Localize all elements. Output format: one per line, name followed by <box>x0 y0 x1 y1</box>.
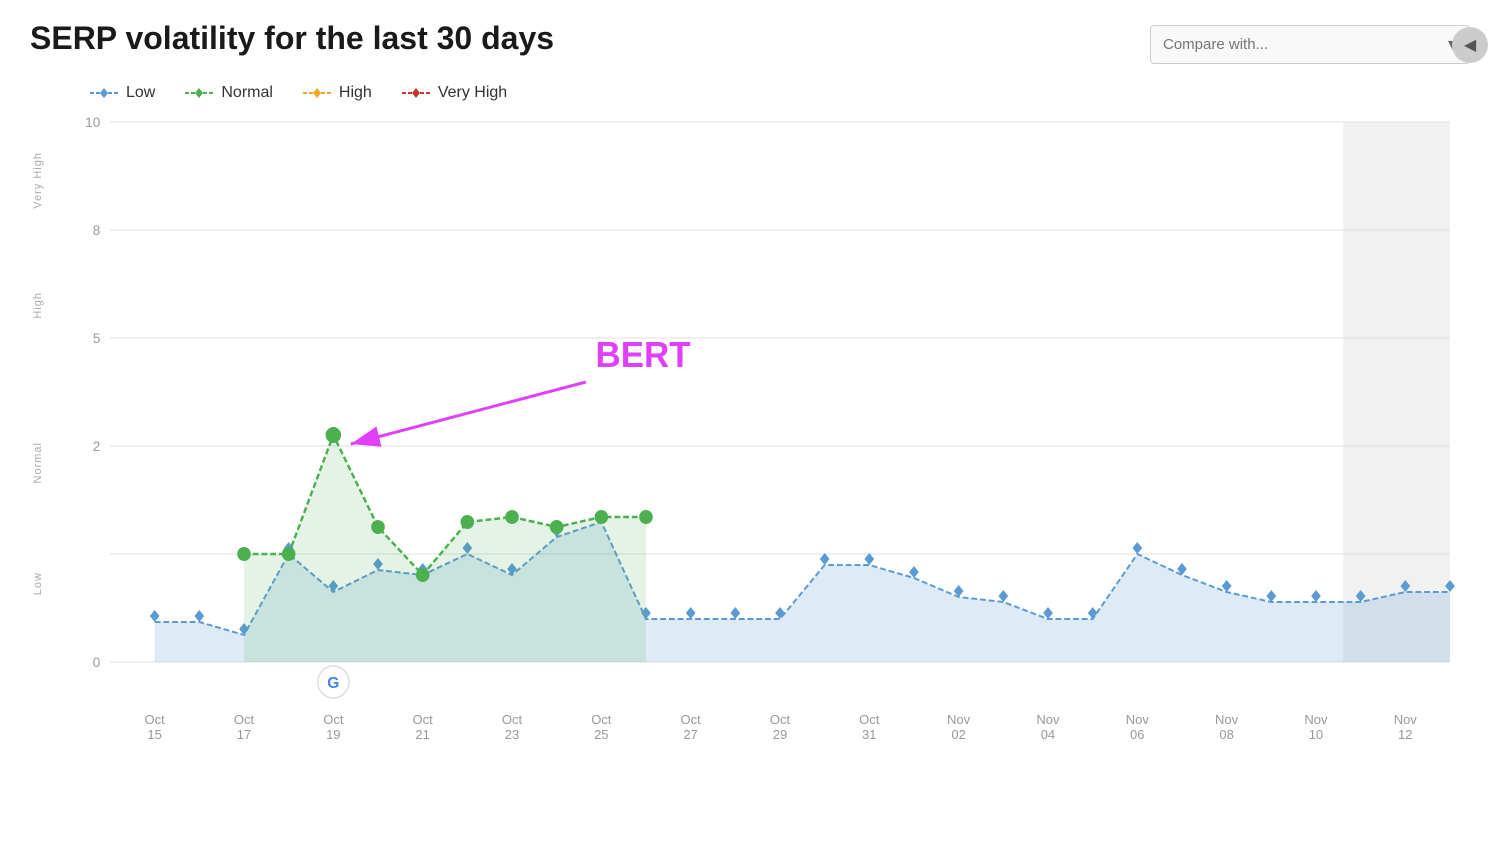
x-label-oct21: Oct21 <box>378 712 467 742</box>
svg-text:8: 8 <box>93 223 101 238</box>
bert-label: BERT <box>596 335 691 376</box>
x-label-nov10: Nov10 <box>1271 712 1360 742</box>
x-label-nov12: Nov12 <box>1361 712 1450 742</box>
x-label-oct17: Oct17 <box>199 712 288 742</box>
chart-inner: 10 8 5 2 0 <box>110 122 1450 682</box>
normal-icon <box>185 86 213 100</box>
legend-label-very-high: Very High <box>438 84 507 102</box>
very-high-icon <box>402 86 430 100</box>
compare-widget[interactable]: ▾ <box>1150 25 1470 64</box>
high-icon <box>303 86 331 100</box>
y-band-high: High <box>32 292 44 319</box>
x-label-oct25: Oct25 <box>557 712 646 742</box>
chart-area: Very High High Normal Low 10 8 5 2 <box>30 122 1470 742</box>
x-label-oct23: Oct23 <box>467 712 556 742</box>
y-band-very-high: Very High <box>32 152 44 209</box>
x-label-nov08: Nov08 <box>1182 712 1271 742</box>
x-label-oct31: Oct31 <box>825 712 914 742</box>
compare-input[interactable] <box>1163 36 1440 53</box>
svg-text:10: 10 <box>85 115 100 130</box>
x-label-oct27: Oct27 <box>646 712 735 742</box>
legend-item-low: Low <box>90 84 155 102</box>
legend-item-high: High <box>303 84 372 102</box>
legend-label-normal: Normal <box>221 84 273 102</box>
page-title: SERP volatility for the last 30 days <box>30 20 554 57</box>
x-label-oct29: Oct29 <box>735 712 824 742</box>
svg-text:2: 2 <box>93 439 101 454</box>
x-axis-labels: Oct15 Oct17 Oct19 Oct21 Oct23 Oct25 Oct2… <box>110 712 1450 742</box>
x-label-oct15: Oct15 <box>110 712 199 742</box>
chart-legend: Low Normal High Very High <box>90 84 1470 102</box>
legend-item-normal: Normal <box>185 84 273 102</box>
y-band-low: Low <box>32 572 44 595</box>
x-label-oct19: Oct19 <box>289 712 378 742</box>
svg-text:G: G <box>327 675 339 692</box>
x-label-nov06: Nov06 <box>1093 712 1182 742</box>
chart-svg: 10 8 5 2 0 <box>110 122 1450 682</box>
y-band-normal: Normal <box>32 442 44 483</box>
low-icon <box>90 86 118 100</box>
svg-text:0: 0 <box>93 655 101 670</box>
legend-label-low: Low <box>126 84 155 102</box>
x-label-nov02: Nov02 <box>914 712 1003 742</box>
legend-label-high: High <box>339 84 372 102</box>
x-label-nov04: Nov04 <box>1003 712 1092 742</box>
legend-item-very-high: Very High <box>402 84 507 102</box>
collapse-button[interactable]: ◀ <box>1452 27 1488 63</box>
svg-text:5: 5 <box>93 331 101 346</box>
